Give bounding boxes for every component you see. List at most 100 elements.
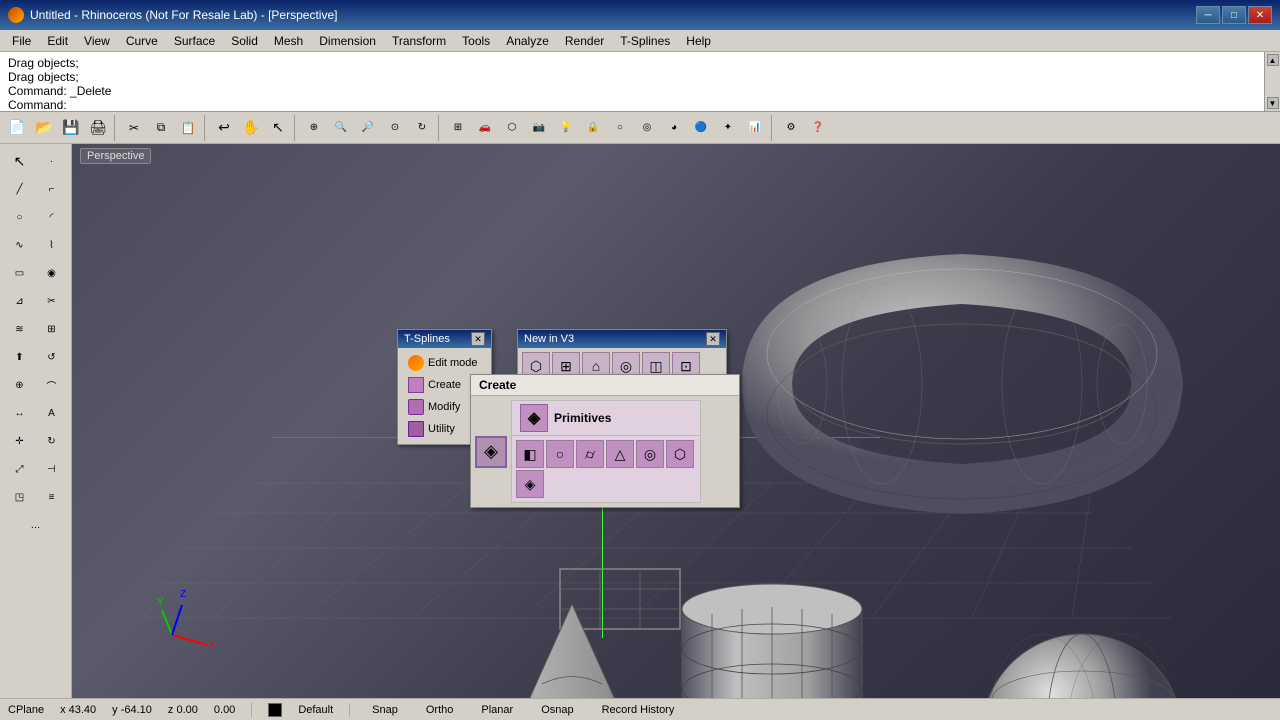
lt-trim[interactable]: ✂ <box>37 288 67 314</box>
menu-tools[interactable]: Tools <box>454 32 498 50</box>
prim-box[interactable]: ◧ <box>516 440 544 468</box>
tb-tspline[interactable]: ✦ <box>715 115 741 141</box>
newv3-header[interactable]: New in V3 ✕ <box>518 330 726 348</box>
tb-snap[interactable]: 🚗 <box>472 115 498 141</box>
lt-move[interactable]: ✛ <box>5 428 35 454</box>
tb-sphere[interactable]: 🔵 <box>688 115 714 141</box>
lt-dim[interactable]: ↔ <box>5 400 35 426</box>
lt-fillet[interactable]: ⌒ <box>37 372 67 398</box>
lt-dots[interactable]: … <box>21 512 51 538</box>
cmd-scrollbar[interactable]: ▲ ▼ <box>1264 52 1280 111</box>
menu-solid[interactable]: Solid <box>223 32 266 50</box>
tb-zoom-out[interactable]: 🔎 <box>355 115 381 141</box>
utility-icon <box>408 421 424 437</box>
prim-cylinder[interactable]: ⌭ <box>576 440 604 468</box>
tb-cut[interactable]: ✂ <box>121 115 147 141</box>
maximize-button[interactable]: □ <box>1222 6 1246 24</box>
lt-freeform[interactable]: ⌇ <box>37 232 67 258</box>
tb-camera[interactable]: 📷 <box>526 115 552 141</box>
tb-wire[interactable]: ⬡ <box>499 115 525 141</box>
tb-copy[interactable]: ⧉ <box>148 115 174 141</box>
lt-layers[interactable]: ≡ <box>37 484 67 510</box>
tb-paste[interactable]: 📋 <box>175 115 201 141</box>
planar-btn[interactable]: Planar <box>475 703 519 717</box>
tb-lock[interactable]: 🔒 <box>580 115 606 141</box>
tb-zoom-sel[interactable]: ⊙ <box>382 115 408 141</box>
menu-edit[interactable]: Edit <box>39 32 76 50</box>
tb-new[interactable]: 📄 <box>4 115 30 141</box>
tb-obj2[interactable]: ◎ <box>634 115 660 141</box>
snap-btn[interactable]: Snap <box>366 703 404 717</box>
tb-rotate[interactable]: ↻ <box>409 115 435 141</box>
menu-dimension[interactable]: Dimension <box>311 32 384 50</box>
osnap-btn[interactable]: Osnap <box>535 703 579 717</box>
tb-obj1[interactable]: ○ <box>607 115 633 141</box>
lt-nurbs[interactable]: ⊿ <box>5 288 35 314</box>
viewport[interactable]: Perspective <box>72 144 1280 698</box>
close-button[interactable]: ✕ <box>1248 6 1272 24</box>
menu-transform[interactable]: Transform <box>384 32 454 50</box>
minimize-button[interactable]: ─ <box>1196 6 1220 24</box>
menu-view[interactable]: View <box>76 32 118 50</box>
lt-arc[interactable]: ◜ <box>37 204 67 230</box>
menu-render[interactable]: Render <box>557 32 612 50</box>
prim-quad[interactable]: ⬡ <box>666 440 694 468</box>
tb-grid[interactable]: ⊞ <box>445 115 471 141</box>
newv3-close[interactable]: ✕ <box>706 332 720 346</box>
lt-boolean[interactable]: ⊕ <box>5 372 35 398</box>
tb-analyze[interactable]: 📊 <box>742 115 768 141</box>
tb-pan[interactable]: ✋ <box>238 115 264 141</box>
prim-sphere[interactable]: ○ <box>546 440 574 468</box>
lt-revolve[interactable]: ↺ <box>37 344 67 370</box>
ortho-btn[interactable]: Ortho <box>420 703 460 717</box>
prim-cone[interactable]: △ <box>606 440 634 468</box>
cmd-prompt[interactable]: Command: <box>8 98 1272 112</box>
lt-mirror[interactable]: ⊣ <box>37 456 67 482</box>
prim-torus[interactable]: ◎ <box>636 440 664 468</box>
main-area: ↖ · ╱ ⌐ ○ ◜ ∿ ⌇ ▭ ◉ ⊿ ✂ ≋ ⊞ ⬆ ↺ <box>0 144 1280 698</box>
command-area: Drag objects; Drag objects; Command: _De… <box>0 52 1280 112</box>
lt-blend[interactable]: ≋ <box>5 316 35 342</box>
lt-select[interactable]: ↖ <box>5 148 35 174</box>
tb-zoom-ex[interactable]: ⊕ <box>301 115 327 141</box>
tb-print[interactable]: 🖨 <box>85 115 111 141</box>
lt-offset[interactable]: ⊞ <box>37 316 67 342</box>
lt-line[interactable]: ╱ <box>5 176 35 202</box>
ts-editmode[interactable]: Edit mode <box>402 352 487 374</box>
lt-polyline[interactable]: ⌐ <box>37 176 67 202</box>
menu-analyze[interactable]: Analyze <box>498 32 557 50</box>
tb-zoom-in[interactable]: 🔍 <box>328 115 354 141</box>
history-btn[interactable]: Record History <box>596 703 681 717</box>
menu-surface[interactable]: Surface <box>166 32 223 50</box>
tb-save[interactable]: 💾 <box>58 115 84 141</box>
menu-mesh[interactable]: Mesh <box>266 32 311 50</box>
tb-obj3[interactable]: ◕ <box>661 115 687 141</box>
lt-point[interactable]: · <box>37 148 67 174</box>
menu-curve[interactable]: Curve <box>118 32 166 50</box>
tb-undo[interactable]: ↩ <box>211 115 237 141</box>
menu-help[interactable]: Help <box>678 32 719 50</box>
prim-extra[interactable]: ◈ <box>516 470 544 498</box>
tb-help[interactable]: ❓ <box>805 115 831 141</box>
lt-sphere2[interactable]: ◉ <box>37 260 67 286</box>
title-buttons[interactable]: ─ □ ✕ <box>1196 6 1272 24</box>
lt-circle[interactable]: ○ <box>5 204 35 230</box>
lt-history[interactable]: ◳ <box>5 484 35 510</box>
lt-curve[interactable]: ∿ <box>5 232 35 258</box>
tsplines-header[interactable]: T-Splines ✕ <box>398 330 491 348</box>
tb-open[interactable]: 📂 <box>31 115 57 141</box>
tsplines-close[interactable]: ✕ <box>471 332 485 346</box>
tb-settings[interactable]: ⚙ <box>778 115 804 141</box>
create-big-icon[interactable]: ◈ <box>475 436 507 468</box>
newv3-title: New in V3 <box>524 333 574 345</box>
lt-scale[interactable]: ⤢ <box>5 456 35 482</box>
menu-file[interactable]: File <box>4 32 39 50</box>
tb-select[interactable]: ↖ <box>265 115 291 141</box>
tb-light[interactable]: 💡 <box>553 115 579 141</box>
lt-extrude[interactable]: ⬆ <box>5 344 35 370</box>
lt-text[interactable]: A <box>37 400 67 426</box>
prim-icon[interactable]: ◈ <box>520 404 548 432</box>
lt-rotate2[interactable]: ↻ <box>37 428 67 454</box>
lt-box[interactable]: ▭ <box>5 260 35 286</box>
menu-tsplines[interactable]: T-Splines <box>612 32 678 50</box>
